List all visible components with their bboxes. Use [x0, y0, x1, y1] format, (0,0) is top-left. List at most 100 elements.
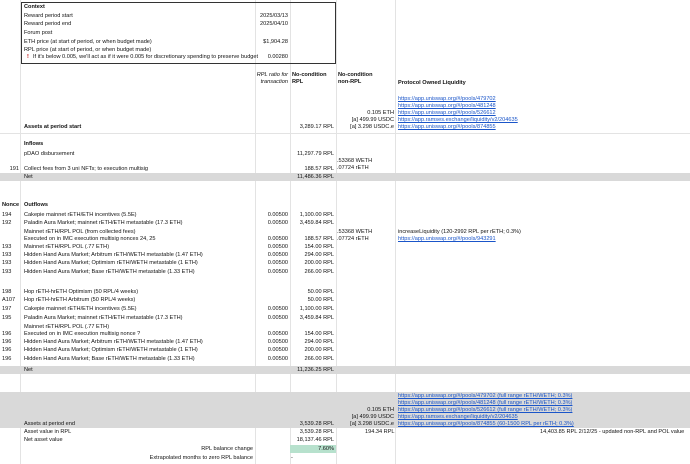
- outflow-ratio[interactable]: 0.00500: [240, 315, 288, 322]
- balance-change-label[interactable]: RPL balance change: [100, 446, 253, 453]
- outflow-ratio[interactable]: 0.00500: [240, 269, 288, 276]
- outflow-rpl[interactable]: 266.00 RPL: [290, 269, 334, 276]
- outflow-nonce[interactable]: 196: [2, 347, 11, 354]
- outflow-pol-link[interactable]: https://app.uniswap.org/#/pools/943291: [398, 236, 496, 243]
- end-pol-link[interactable]: https://app.uniswap.org/#/pools/479702 (…: [398, 393, 572, 400]
- rpl-price-label[interactable]: RPL price (at start of period, or when b…: [24, 47, 151, 54]
- outflow-desc[interactable]: Hop rETH-hrETH Arbitrum (50 RPL/4 weeks): [24, 297, 135, 304]
- start-pol-link[interactable]: https://app.uniswap.org/#/pools/526612: [398, 110, 496, 117]
- inflows-net-rpl[interactable]: 11,486.36 RPL: [290, 174, 334, 181]
- asset-value-non-rpl[interactable]: 194.34 RPL: [365, 429, 395, 436]
- start-non-rpl-usdce[interactable]: [a] 3.298 USDC.e: [336, 124, 394, 131]
- net-asset-label[interactable]: Net asset value: [24, 437, 63, 444]
- outflow-desc[interactable]: Hidden Hand Aura Market; Base rETH/WETH …: [24, 269, 195, 276]
- outflow-desc[interactable]: Hidden Hand Aura Market; Optimism rETH/W…: [24, 260, 198, 267]
- outflow-desc[interactable]: Hidden Hand Aura Market; Base rETH/WETH …: [24, 356, 195, 363]
- start-non-rpl-eth[interactable]: 0.105 ETH: [336, 110, 394, 117]
- eth-price-label[interactable]: ETH price (at start of period, or when b…: [24, 39, 152, 46]
- outflow-rpl[interactable]: 188.57 RPL: [290, 236, 334, 243]
- outflow-rpl[interactable]: 3,459.84 RPL: [290, 315, 334, 322]
- start-pol-link[interactable]: https://app.ramses.exchange/liquidity/v2…: [398, 117, 518, 124]
- outflow-rpl[interactable]: 154.00 RPL: [290, 331, 334, 338]
- inflow-rpl[interactable]: 11,297.79 RPL: [290, 151, 334, 158]
- outflow-nonce[interactable]: 196: [2, 356, 11, 363]
- inflows-net-label[interactable]: Net: [24, 174, 33, 181]
- asset-value-rpl[interactable]: 3,539.28 RPL: [290, 429, 334, 436]
- outflow-nonce[interactable]: 193: [2, 244, 11, 251]
- eth-price-value[interactable]: $1,904.28: [230, 39, 288, 46]
- forum-post-label[interactable]: Forum post: [24, 30, 52, 37]
- outflow-desc[interactable]: Cakepie mainnet rETH/ETH incentives (5.5…: [24, 212, 137, 219]
- balance-change-value[interactable]: 7.60%: [290, 446, 334, 453]
- outflow-pol[interactable]: increaseLiquidity (120-2992 RPL per rETH…: [398, 229, 521, 236]
- outflow-ratio[interactable]: 0.00500: [240, 347, 288, 354]
- start-assets-rpl[interactable]: 3,289.17 RPL: [290, 124, 334, 131]
- reward-end-label[interactable]: Reward period end: [24, 21, 71, 28]
- inflow-non-rpl[interactable]: .53368 WETH .07724 rETH: [337, 158, 372, 172]
- outflow-nonce[interactable]: 193: [2, 260, 11, 267]
- end-pol-link[interactable]: https://app.uniswap.org/#/pools/874855 (…: [398, 421, 574, 428]
- outflow-nonce[interactable]: 198: [2, 289, 11, 296]
- start-pol-link[interactable]: https://app.uniswap.org/#/pools/479702: [398, 96, 496, 103]
- reward-start-label[interactable]: Reward period start: [24, 13, 73, 20]
- outflow-ratio[interactable]: 0.00500: [240, 212, 288, 219]
- outflow-nonce[interactable]: 197: [2, 306, 11, 313]
- inflow-desc[interactable]: Collect fees from 3 uni NFTs; to executi…: [24, 166, 148, 173]
- outflow-desc[interactable]: Hidden Hand Aura Market; Arbitrum rETH/W…: [24, 252, 203, 259]
- reward-start-value[interactable]: 2025/03/13: [230, 13, 288, 20]
- reward-end-value[interactable]: 2025/04/10: [230, 21, 288, 28]
- outflow-ratio[interactable]: 0.00500: [240, 236, 288, 243]
- end-assets-rpl[interactable]: 3,539.28 RPL: [290, 421, 334, 428]
- outflow-nonce[interactable]: 196: [2, 331, 11, 338]
- outflow-desc[interactable]: Hidden Hand Aura Market; Arbitrum rETH/W…: [24, 339, 203, 346]
- outflow-nonce[interactable]: 194: [2, 212, 11, 219]
- outflow-ratio[interactable]: 0.00500: [240, 331, 288, 338]
- outflow-ratio[interactable]: 0.00500: [240, 260, 288, 267]
- outflow-rpl[interactable]: 1,100.00 RPL: [290, 212, 334, 219]
- start-assets-label[interactable]: Assets at period start: [24, 124, 81, 131]
- outflow-ratio[interactable]: 0.00500: [240, 356, 288, 363]
- outflow-rpl[interactable]: 1,100.00 RPL: [290, 306, 334, 313]
- outflow-desc[interactable]: Mainnet rETH/RPL POL (.77 ETH) Executed …: [24, 324, 140, 338]
- outflow-nonce[interactable]: 193: [2, 252, 11, 259]
- outflow-nonce[interactable]: 196: [2, 339, 11, 346]
- inflow-desc[interactable]: pDAO disbursement: [24, 151, 74, 158]
- end-pol-link[interactable]: https://app.ramses.exchange/liquidity/v2…: [398, 414, 518, 421]
- outflow-ratio[interactable]: 0.00500: [240, 220, 288, 227]
- outflow-rpl[interactable]: 50.00 RPL: [290, 297, 334, 304]
- net-asset-value[interactable]: 18,137.46 RPL: [290, 437, 334, 444]
- inflow-rpl[interactable]: 188.57 RPL: [290, 166, 334, 173]
- outflow-desc[interactable]: Hidden Hand Aura Market; Optimism rETH/W…: [24, 347, 198, 354]
- asset-value-label[interactable]: Asset value in RPL: [24, 429, 71, 436]
- outflow-ratio[interactable]: 0.00500: [240, 252, 288, 259]
- outflow-desc[interactable]: Hop rETH-hrETH Optimism (50 RPL/4 weeks): [24, 289, 138, 296]
- outflow-nonce[interactable]: 195: [2, 315, 11, 322]
- end-non-rpl-eth[interactable]: 0.105 ETH: [336, 407, 394, 414]
- outflow-nonce[interactable]: 192: [2, 220, 11, 227]
- outflow-ratio[interactable]: 0.00500: [240, 306, 288, 313]
- end-pol-link[interactable]: https://app.uniswap.org/#/pools/526612 (…: [398, 407, 572, 414]
- outflows-net-label[interactable]: Net: [24, 367, 33, 374]
- end-non-rpl-usdc[interactable]: [a] 499.99 USDC: [336, 414, 394, 421]
- end-assets-label[interactable]: Assets at period end: [24, 421, 75, 428]
- outflow-rpl[interactable]: 50.00 RPL: [290, 289, 334, 296]
- start-pol-link[interactable]: https://app.uniswap.org/#/pools/481248: [398, 103, 496, 110]
- outflow-desc[interactable]: Cakepie mainnet rETH/ETH incentives (5.5…: [24, 306, 137, 313]
- inflow-nonce[interactable]: 191: [2, 166, 19, 173]
- outflow-nonce[interactable]: A107: [2, 297, 15, 304]
- end-non-rpl-usdce[interactable]: [a] 3.298 USDC.e: [336, 421, 394, 428]
- outflow-rpl[interactable]: 200.00 RPL: [290, 347, 334, 354]
- outflow-rpl[interactable]: 200.00 RPL: [290, 260, 334, 267]
- outflow-desc[interactable]: Mainnet rETH/RPL POL (from collected fee…: [24, 229, 156, 243]
- start-non-rpl-usdc[interactable]: [a] 499.99 USDC: [336, 117, 394, 124]
- start-pol-link[interactable]: https://app.uniswap.org/#/pools/874855: [398, 124, 496, 131]
- outflow-nonce[interactable]: 193: [2, 269, 11, 276]
- outflow-rpl[interactable]: 266.00 RPL: [290, 356, 334, 363]
- outflow-rpl[interactable]: 3,459.84 RPL: [290, 220, 334, 227]
- outflow-non-rpl[interactable]: .53368 WETH .07724 rETH: [337, 229, 372, 243]
- asset-value-pol[interactable]: 14,403.85 RPL 2/12/25 - updated non-RPL …: [540, 429, 684, 436]
- outflow-desc[interactable]: Mainnet rETH/RPL POL (.77 ETH): [24, 244, 109, 251]
- outflow-rpl[interactable]: 294.00 RPL: [290, 339, 334, 346]
- extrapolated-label[interactable]: Extrapolated months to zero RPL balance: [100, 455, 253, 462]
- outflow-ratio[interactable]: 0.00500: [240, 244, 288, 251]
